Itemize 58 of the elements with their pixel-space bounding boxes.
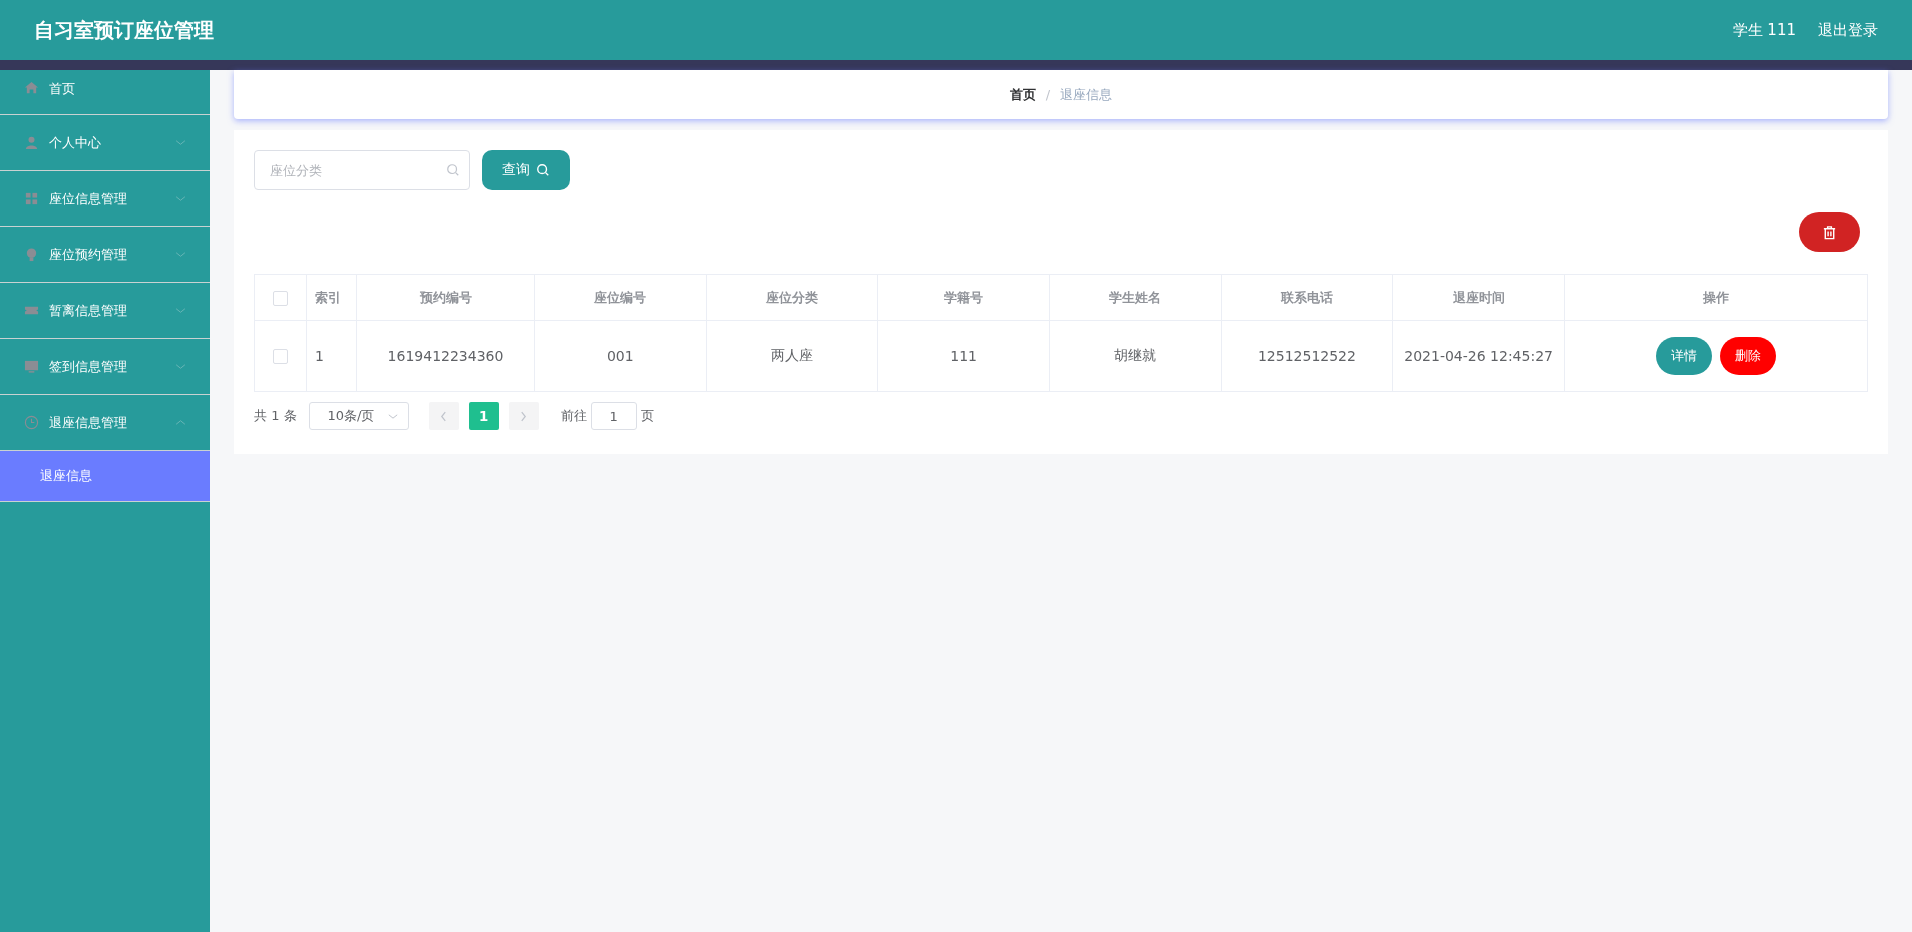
breadcrumb-item: 退座信息 [1060, 85, 1113, 104]
column-header: 操作 [1564, 274, 1868, 321]
chevron-down-icon [387, 412, 398, 420]
page-suffix: 页 [640, 407, 654, 425]
bulb-icon [24, 247, 39, 262]
table-cell: 胡继就 [1049, 320, 1222, 392]
previous-page-button[interactable] [428, 402, 459, 430]
chevron-right-icon [520, 410, 528, 422]
menu-label: 暂离信息管理 [49, 301, 128, 320]
table-cell: 1619412234360 [356, 320, 535, 392]
column-header: 座位编号 [534, 274, 707, 321]
app-title: 自习室预订座位管理 [34, 16, 214, 44]
user-label: 学生 111 [1732, 20, 1796, 40]
column-header: 学籍号 [877, 274, 1050, 321]
select-all-checkbox[interactable] [273, 290, 288, 306]
search-icon [536, 163, 550, 177]
search-field[interactable]: 座位分类 [254, 150, 470, 190]
trash-icon [1822, 224, 1837, 240]
clock-icon [24, 415, 39, 430]
table-cell: 两人座 [706, 320, 878, 392]
goto-label: 前往 [560, 407, 587, 425]
next-page-button[interactable] [508, 402, 539, 430]
submenu-item[interactable]: 退座信息 [0, 451, 210, 502]
search-icon [446, 163, 460, 177]
page-number-button[interactable]: 1 [468, 402, 499, 430]
row-checkbox[interactable] [273, 349, 288, 365]
column-header: 预约编号 [356, 274, 535, 321]
menu-label: 座位信息管理 [49, 189, 128, 208]
goto-page-field[interactable]: 1 [590, 402, 637, 430]
monitor-icon [24, 359, 39, 374]
column-header: 座位分类 [706, 274, 878, 321]
delete-row-button[interactable]: 删除 [1720, 337, 1776, 375]
grid-icon [24, 191, 39, 206]
menu-label: 签到信息管理 [49, 357, 128, 376]
menu-label: 座位预约管理 [49, 245, 128, 264]
menu-label: 退座信息管理 [49, 413, 128, 432]
column-header: 学生姓名 [1049, 274, 1222, 321]
breadcrumb-separator: / [1045, 87, 1051, 102]
page-size-select[interactable]: 10条/页 [308, 402, 409, 430]
total-count: 共 1 条 [254, 407, 297, 425]
column-header: 退座时间 [1392, 274, 1565, 321]
delete-button[interactable] [1799, 212, 1860, 252]
column-header: 索引 [306, 274, 357, 321]
person-icon [24, 135, 39, 150]
menu-label: 首页 [49, 80, 76, 98]
menu-label: 个人中心 [49, 133, 102, 152]
chevron-left-icon [440, 410, 448, 422]
table-cell: 001 [534, 320, 707, 392]
breadcrumb-item[interactable]: 首页 [1009, 85, 1036, 104]
home-icon [24, 80, 39, 95]
column-header: 联系电话 [1221, 274, 1393, 321]
table-cell: 12512512522 [1221, 320, 1393, 392]
table-cell: 111 [877, 320, 1050, 392]
table-cell: 2021-04-26 12:45:27 [1392, 320, 1565, 392]
query-button[interactable]: 查询 [482, 150, 570, 190]
table-cell: 1 [306, 320, 357, 392]
logout-link[interactable]: 退出登录 [1818, 20, 1878, 40]
details-button[interactable]: 详情 [1656, 337, 1712, 375]
